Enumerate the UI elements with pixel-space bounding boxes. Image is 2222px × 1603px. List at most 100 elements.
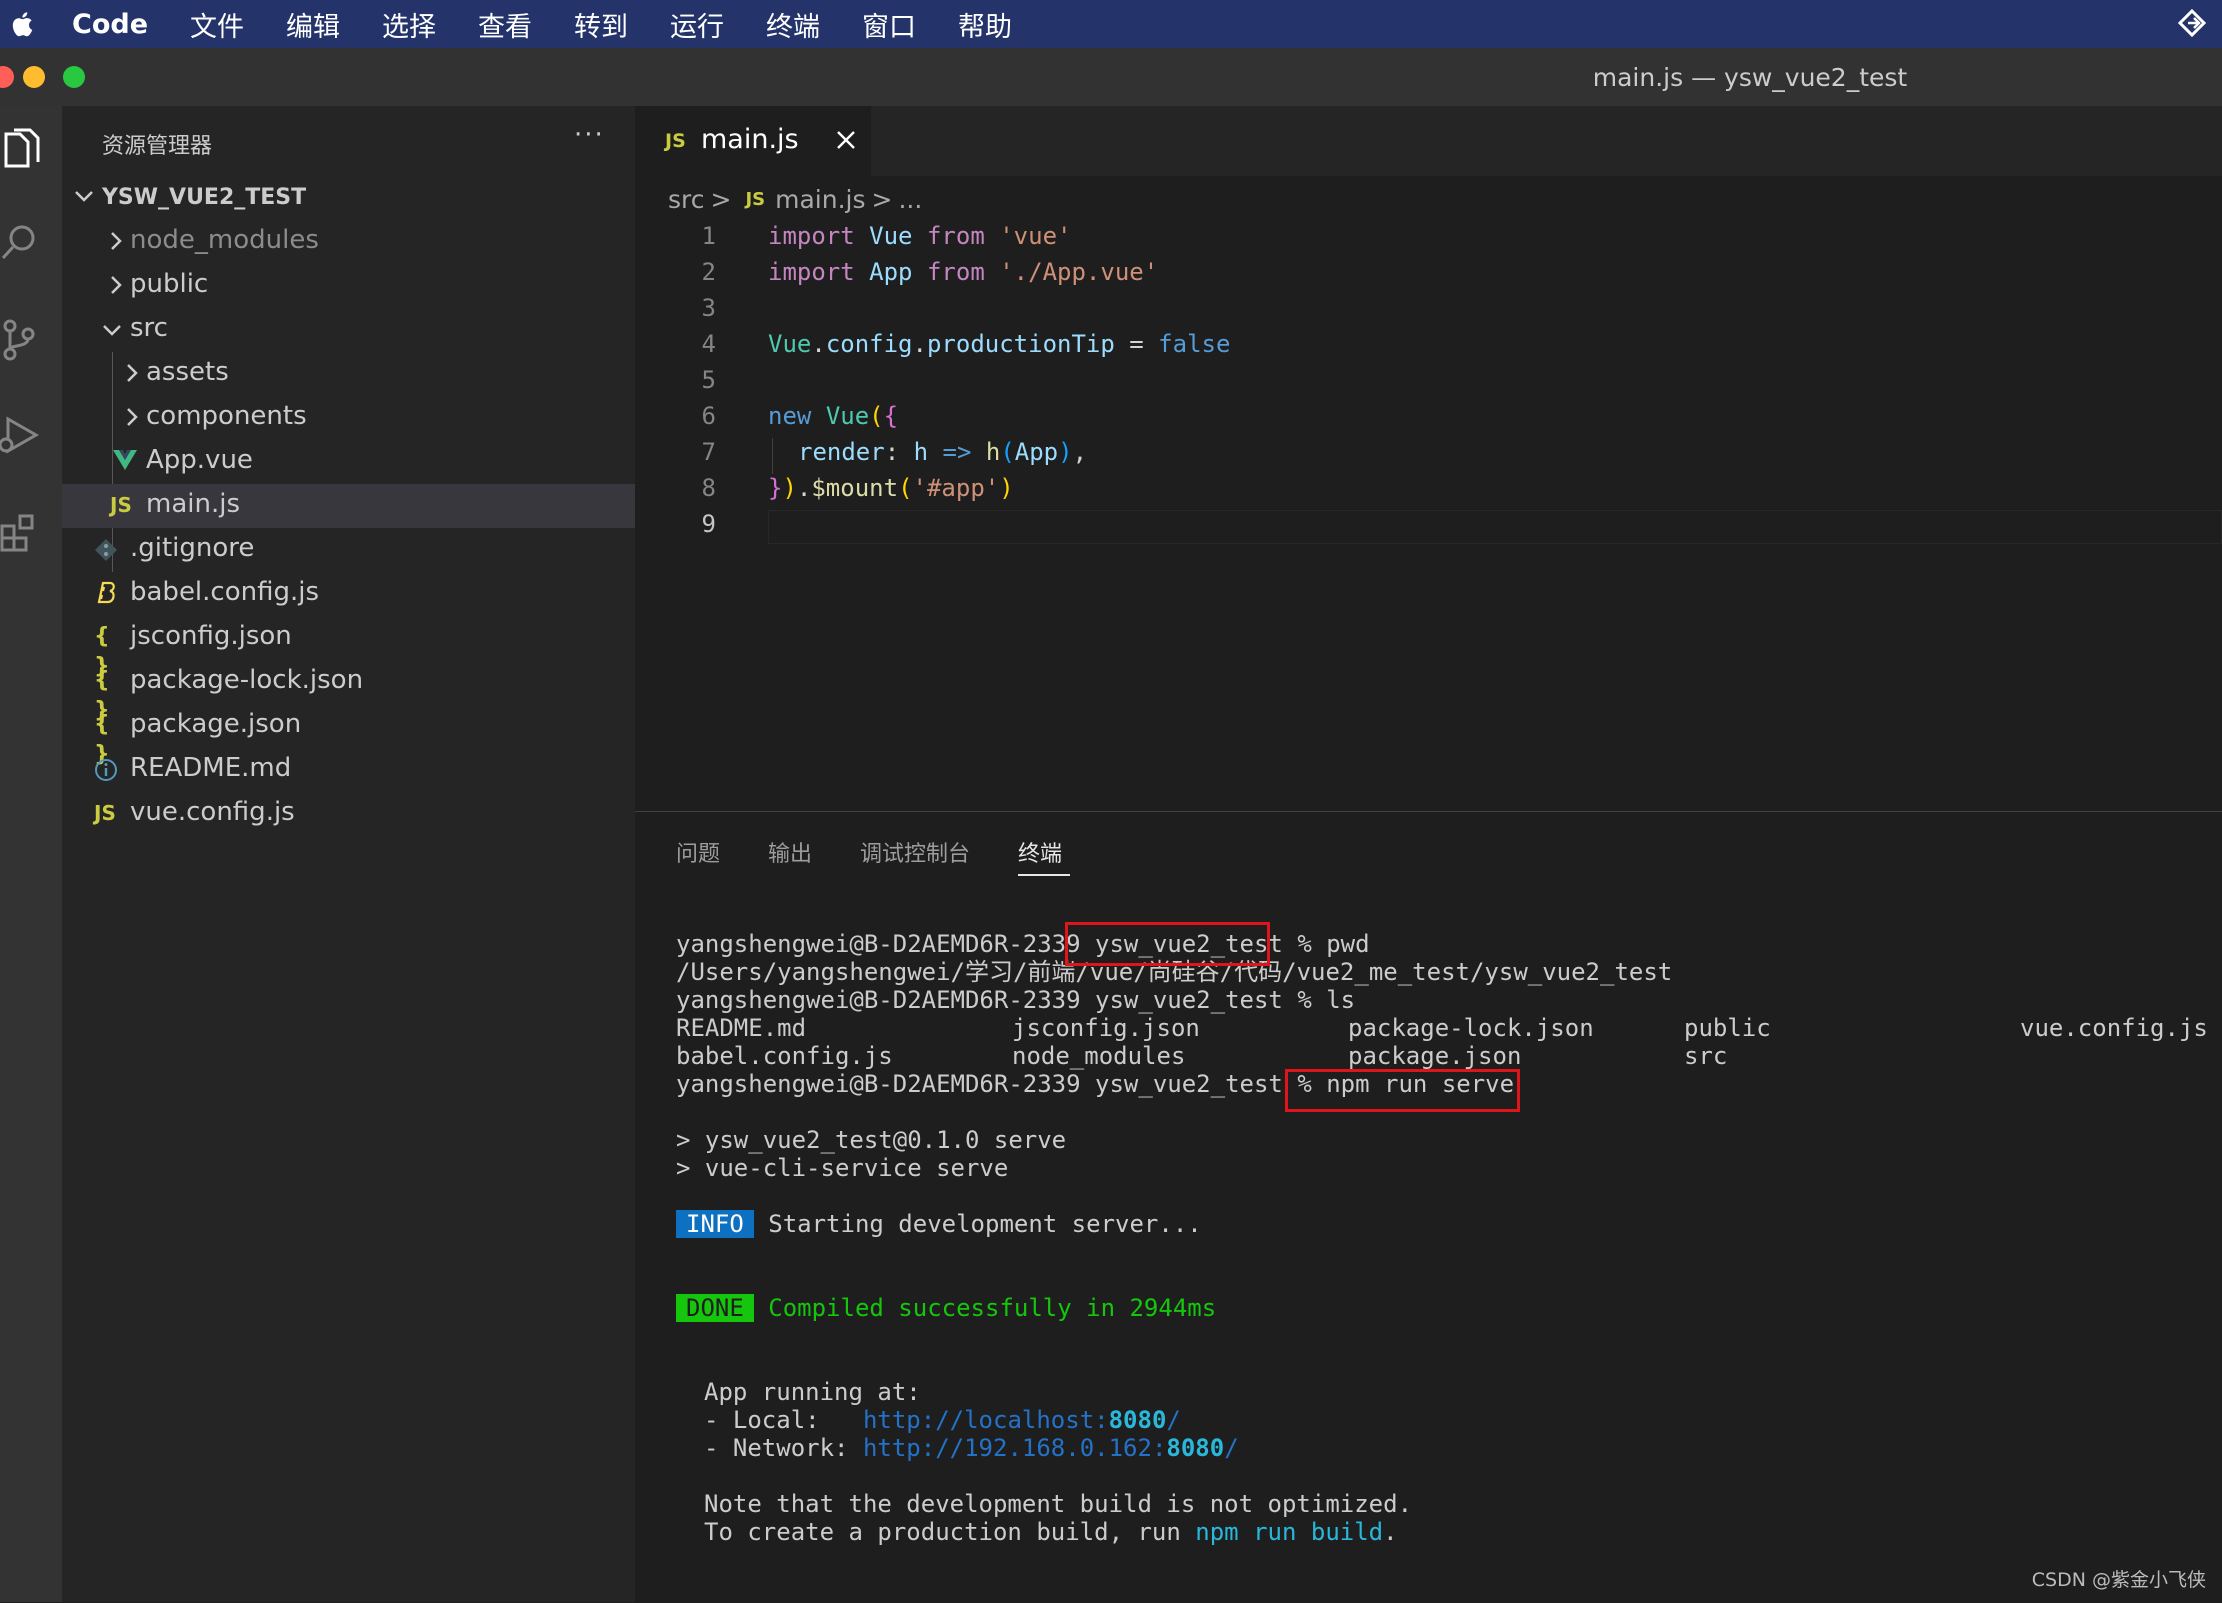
code-token: App [1014,438,1059,466]
vue-file-icon [113,450,137,470]
explorer-files-icon[interactable] [0,126,44,174]
prompt-symbol: % [1297,930,1312,958]
terminal-line: INFO Starting development server... [676,1210,1202,1238]
menu-help[interactable]: 帮助 [958,5,1012,44]
js-file-icon: JS [94,801,116,825]
tree-item-gitignore[interactable]: .gitignore [62,528,635,572]
source-control-icon[interactable] [0,316,44,364]
tree-item-label: jsconfig.json [130,621,292,651]
menu-selection[interactable]: 选择 [382,5,436,44]
explorer-sidebar: 资源管理器 ··· YSW_VUE2_TEST node_modules pub… [62,106,635,1602]
code-line-4[interactable]: Vue.config.productionTip = false [768,330,1230,358]
ls-entry: package.json [1348,1042,1522,1070]
tree-item-vue-config[interactable]: JS vue.config.js [62,792,635,836]
code-token: render [798,438,885,466]
network-url-link[interactable]: http://192.168.0.162:8080/ [863,1434,1239,1462]
menu-go[interactable]: 转到 [574,5,628,44]
window-title-bar: main.js — ysw_vue2_test [0,48,2222,106]
prompt-dir: ysw_vue2_test [1095,1070,1283,1098]
chevron-right-icon [111,276,122,294]
tree-item-assets[interactable]: assets [62,352,635,396]
tab-label: main.js [701,124,799,155]
code-token: ) [999,474,1014,502]
code-token: . [796,474,812,502]
close-icon[interactable] [835,129,857,151]
menu-file[interactable]: 文件 [190,5,244,44]
tree-item-package-lock[interactable]: { } package-lock.json [62,660,635,723]
chevron-right-icon [127,408,138,426]
tree-item-node-modules[interactable]: node_modules [62,220,635,264]
code-token: ) [782,474,797,502]
tree-item-public[interactable]: public [62,264,635,308]
window-title: main.js — ysw_vue2_test [1592,63,1908,92]
tab-debug-console[interactable]: 调试控制台 [860,836,970,868]
tree-item-label: babel.config.js [130,577,320,607]
zoom-window-button[interactable] [63,66,85,88]
breadcrumb-separator: > [871,184,893,214]
editor-tab-bar: JS main.js [635,106,2222,176]
code-line-7[interactable]: render: h => h(App), [798,438,1087,466]
ls-entry: vue.config.js [2020,1014,2208,1042]
search-icon[interactable] [0,218,44,266]
tree-item-readme[interactable]: README.md [62,748,635,792]
tree-item-babel-config[interactable]: babel.config.js [62,572,635,616]
code-line-8[interactable]: }).$mount('#app') [768,474,1014,502]
done-badge: DONE [676,1294,754,1322]
menu-terminal[interactable]: 终端 [766,5,820,44]
tree-item-src[interactable]: src [62,308,635,352]
workspace-root[interactable]: YSW_VUE2_TEST [62,176,635,220]
code-token: false [1158,330,1231,358]
tree-item-components[interactable]: components [62,396,635,440]
code-token: . [811,330,826,358]
tab-problems[interactable]: 问题 [676,836,720,868]
menu-run[interactable]: 运行 [670,5,724,44]
breadcrumb-file[interactable]: main.js [775,185,865,214]
tree-item-jsconfig[interactable]: { } jsconfig.json [62,616,635,679]
apple-logo-icon[interactable] [10,8,36,40]
code-line-1[interactable]: import Vue from 'vue' [768,222,1071,250]
minimize-window-button[interactable] [23,66,45,88]
tab-terminal[interactable]: 终端 [1018,836,1062,868]
code-line-2[interactable]: import App from './App.vue' [768,258,1158,286]
extensions-icon[interactable] [0,508,44,556]
app-menu-code[interactable]: Code [72,9,148,40]
breadcrumb-separator: > [710,184,732,214]
code-token: : [884,438,914,466]
js-file-icon: JS [665,130,686,152]
tree-item-main-js[interactable]: JS main.js [62,484,635,528]
breadcrumb-folder[interactable]: src [668,185,705,214]
tree-item-label: src [130,313,168,343]
tree-item-label: package-lock.json [130,665,364,695]
menu-edit[interactable]: 编辑 [286,5,340,44]
info-badge: INFO [676,1210,754,1238]
code-token: . [912,330,927,358]
code-line-6[interactable]: new Vue({ [768,402,898,430]
local-url-path: / [1166,1406,1181,1434]
terminal-line: DONE Compiled successfully in 2944ms [676,1294,1216,1322]
close-window-button[interactable] [0,66,14,88]
terminal-command: ls [1326,986,1356,1014]
code-token: h [985,438,1001,466]
code-token: h [913,438,929,466]
run-debug-icon[interactable] [0,411,44,459]
tab-main-js[interactable]: JS main.js [635,106,871,176]
active-tab-indicator [1018,874,1070,876]
menu-view[interactable]: 查看 [478,5,532,44]
code-token: './App.vue' [999,258,1159,286]
ls-entry: public [1684,1014,1771,1042]
breadcrumb-symbols[interactable]: ... [898,185,922,214]
breadcrumb: src > JS main.js > ... [668,182,922,216]
status-menu-icon[interactable] [2178,9,2212,39]
menu-window[interactable]: 窗口 [862,5,916,44]
tree-item-package-json[interactable]: { } package.json [62,704,635,767]
terminal-line: - Network: http://192.168.0.162:8080/ [704,1434,1239,1462]
tab-output[interactable]: 输出 [768,836,812,868]
local-url-link[interactable]: http://localhost:8080/ [863,1406,1181,1434]
more-actions-button[interactable]: ··· [574,120,605,150]
tree-item-app-vue[interactable]: App.vue [62,440,635,484]
